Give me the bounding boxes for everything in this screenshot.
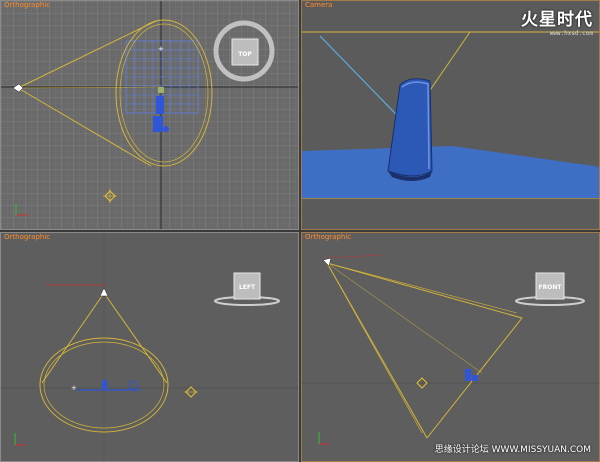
viewcube-top-label: TOP bbox=[238, 51, 252, 58]
character-object[interactable] bbox=[77, 380, 141, 391]
viewport-canvas: FRONT bbox=[302, 254, 599, 445]
watermark-text: 思缘设计论坛 WWW.MISSYUAN.COM bbox=[434, 445, 591, 455]
character-object[interactable] bbox=[465, 369, 478, 381]
viewport-bottom-right[interactable]: Orthographic FRONT 思缘设计论坛 WWW.MISSYUAN.C… bbox=[301, 232, 600, 462]
viewport-label[interactable]: Orthographic bbox=[305, 233, 351, 241]
viewport-canvas: + TOP bbox=[1, 1, 298, 229]
spotlight-cone[interactable] bbox=[326, 262, 523, 439]
target-helper-icon[interactable] bbox=[184, 386, 198, 398]
site-logo: 火星时代 www.hxsd.com bbox=[521, 5, 593, 37]
viewport-canvas: + LEFT bbox=[1, 233, 298, 461]
logo-text: 火星时代 bbox=[521, 10, 593, 30]
pivot-cross-icon: + bbox=[71, 384, 77, 392]
axis-tripod-icon bbox=[14, 433, 25, 446]
viewport-top-right[interactable]: Camera 火星时代 www.hxsd.com bbox=[301, 0, 600, 230]
viewport-label[interactable]: Orthographic bbox=[4, 1, 50, 9]
viewcube-front[interactable]: FRONT bbox=[515, 272, 585, 306]
logo-url: www.hxsd.com bbox=[549, 30, 593, 37]
viewcube-front-label: FRONT bbox=[539, 284, 563, 291]
axis-tripod-icon bbox=[318, 432, 329, 445]
viewcube-left[interactable]: LEFT bbox=[214, 272, 280, 306]
cylinder-object[interactable] bbox=[387, 78, 433, 181]
ground-plane bbox=[302, 146, 599, 198]
viewcube-left-label: LEFT bbox=[239, 284, 256, 291]
viewport-bottom-left[interactable]: Orthographic + LEFT bbox=[0, 232, 299, 462]
spotlight-icon bbox=[99, 287, 109, 297]
pivot-cross-icon: + bbox=[158, 45, 164, 53]
viewport-label[interactable]: Camera bbox=[305, 1, 332, 9]
viewport-top-left[interactable]: Orthographic + TOP bbox=[0, 0, 299, 230]
viewport-label[interactable]: Orthographic bbox=[4, 233, 50, 241]
